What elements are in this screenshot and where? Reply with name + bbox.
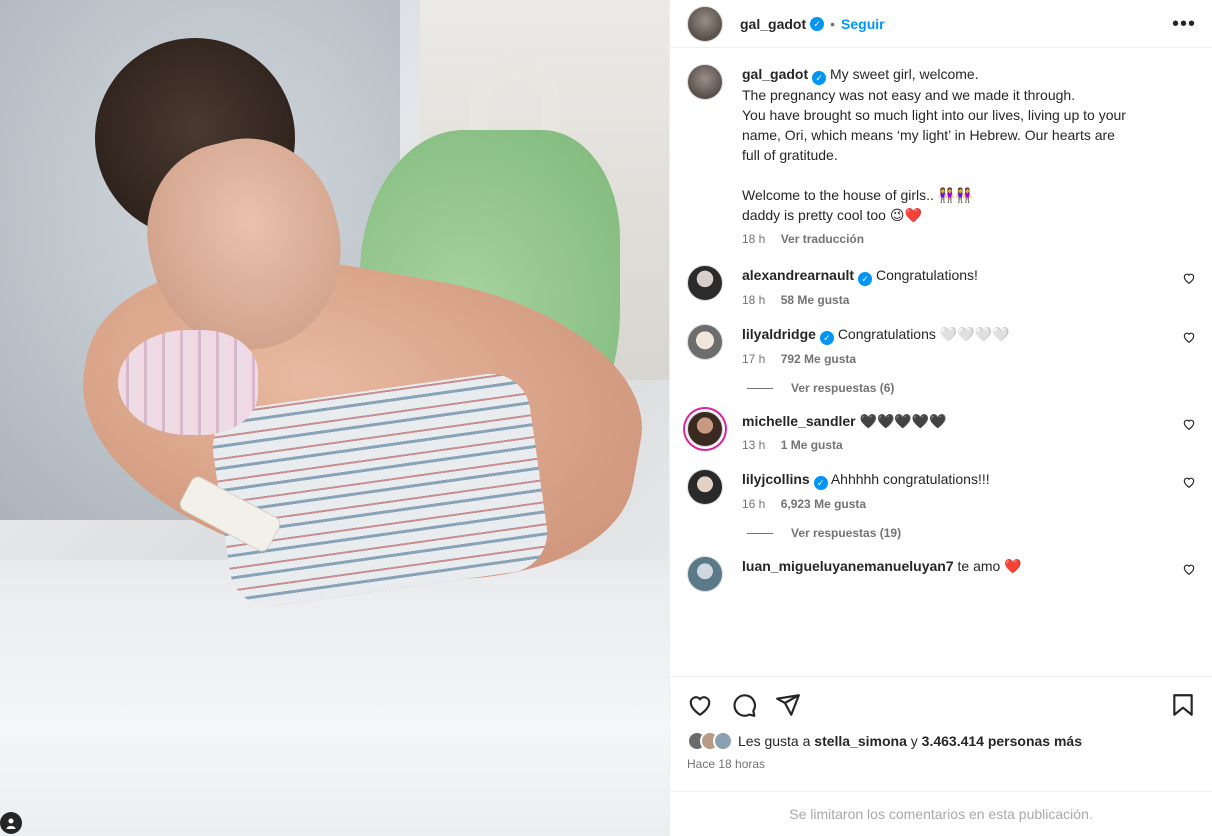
caption-meta: 18 h Ver traducción	[742, 231, 1172, 247]
caption-username[interactable]: gal_gadot	[742, 66, 808, 82]
comment-meta: 16 h 6,923 Me gusta	[742, 496, 1172, 512]
caption-text: gal_gadot ✓ My sweet girl, welcome. The p…	[742, 64, 1172, 225]
commenter-avatar[interactable]	[687, 265, 723, 301]
likes-user[interactable]: stella_simona	[814, 733, 907, 749]
likes-summary: Les gusta a stella_simona y 3.463.414 pe…	[687, 731, 1196, 751]
commenter-avatar[interactable]	[687, 324, 723, 360]
heart-icon[interactable]	[1182, 417, 1196, 431]
heart-icon[interactable]	[687, 692, 713, 718]
post-photo[interactable]	[0, 0, 669, 836]
header-separator: •	[830, 15, 836, 32]
caption-line	[742, 165, 1172, 185]
commenter-avatar[interactable]	[687, 556, 723, 592]
caption-line: daddy is pretty cool too 😉❤️	[742, 207, 922, 223]
comment-item: alexandrearnault ✓ Congratulations! 18 h …	[687, 265, 1196, 308]
caption-time: 18 h	[742, 232, 766, 246]
comment-body: lilyjcollins ✓ Ahhhhh congratulations!!! …	[742, 469, 1196, 512]
caption-line: Welcome to the house of girls.. 👭👭	[742, 187, 973, 203]
share-icon[interactable]	[775, 692, 801, 718]
user-tag-icon[interactable]	[0, 812, 22, 834]
comment-text: Ahhhhh congratulations!!!	[830, 471, 990, 487]
caption-body: gal_gadot ✓ My sweet girl, welcome. The p…	[742, 64, 1196, 247]
comment-time: 18 h	[742, 293, 766, 307]
likes-prefix: Les gusta a	[738, 733, 811, 749]
comment-body: michelle_sandler 🖤🖤🖤🖤🖤 13 h 1 Me gusta	[742, 411, 1196, 453]
heart-icon[interactable]	[1182, 475, 1196, 489]
comment-body: luan_migueluyanemanueluyan7 te amo ❤️	[742, 556, 1196, 592]
author-username[interactable]: gal_gadot	[740, 16, 806, 32]
caption-line: full of gratitude.	[742, 147, 838, 163]
post-timestamp[interactable]: Hace 18 horas	[687, 757, 1196, 771]
comment-icon[interactable]	[731, 692, 757, 718]
comment-time: 17 h	[742, 352, 766, 366]
comment-time: 13 h	[742, 438, 766, 452]
comment-body: alexandrearnault ✓ Congratulations! 18 h …	[742, 265, 1196, 308]
verified-badge-icon: ✓	[819, 331, 834, 345]
heart-icon[interactable]	[1182, 562, 1196, 576]
comment-meta: 18 h 58 Me gusta	[742, 292, 1172, 308]
bookmark-icon[interactable]	[1170, 692, 1196, 718]
author-avatar[interactable]	[687, 5, 723, 42]
verified-badge-icon: ✓	[813, 476, 828, 490]
caption-line: You have brought so much light into our …	[742, 107, 1126, 123]
comment-text: te amo ❤️	[957, 558, 1022, 574]
view-replies-label: Ver respuestas (6)	[791, 381, 895, 395]
comment-item: luan_migueluyanemanueluyan7 te amo ❤️	[687, 556, 1196, 592]
commenter-avatar[interactable]	[687, 469, 723, 505]
likes-count[interactable]: 3.463.414 personas más	[922, 733, 1082, 749]
view-replies-label: Ver respuestas (19)	[791, 526, 902, 540]
comment-likes[interactable]: 6,923 Me gusta	[781, 497, 866, 511]
comment-meta: 17 h 792 Me gusta	[742, 351, 1172, 367]
caption-line: The pregnancy was not easy and we made i…	[742, 87, 1076, 103]
comment-likes[interactable]: 58 Me gusta	[781, 293, 850, 307]
instagram-post: gal_gadot ✓ • Seguir ••• gal_gadot ✓ My s…	[0, 0, 1212, 836]
caption-line: name, Ori, which means ‘my light’ in Heb…	[742, 127, 1115, 143]
comment-item: lilyaldridge ✓ Congratulations 🤍🤍🤍🤍 17 h …	[687, 324, 1196, 367]
comment-likes[interactable]: 1 Me gusta	[781, 438, 843, 452]
verified-badge-icon: ✓	[858, 272, 873, 286]
caption-avatar[interactable]	[687, 64, 723, 100]
comment-meta: 13 h 1 Me gusta	[742, 437, 1172, 453]
comment-item: michelle_sandler 🖤🖤🖤🖤🖤 13 h 1 Me gusta	[687, 411, 1196, 453]
commenter-username[interactable]: alexandrearnault	[742, 267, 854, 283]
replies-line	[747, 532, 773, 534]
baby-hat-shape	[118, 330, 258, 435]
verified-badge-icon: ✓	[812, 71, 827, 85]
view-replies-button[interactable]: Ver respuestas (6)	[747, 381, 1196, 395]
caption-line: My sweet girl, welcome.	[830, 66, 979, 82]
comments-limited-notice: Se limitaron los comentarios en esta pub…	[670, 791, 1212, 822]
heart-icon[interactable]	[1182, 330, 1196, 344]
white-sheet-shape	[0, 560, 669, 836]
comment-time: 16 h	[742, 497, 766, 511]
post-side-panel: gal_gadot ✓ • Seguir ••• gal_gadot ✓ My s…	[669, 0, 1212, 836]
commenter-username[interactable]: luan_migueluyanemanueluyan7	[742, 558, 954, 574]
post-actions-section: Les gusta a stella_simona y 3.463.414 pe…	[670, 676, 1212, 836]
commenter-username[interactable]: michelle_sandler	[742, 413, 856, 429]
heart-icon[interactable]	[1182, 271, 1196, 285]
replies-line	[747, 387, 773, 389]
action-bar	[687, 689, 1196, 721]
comment-text: Congratulations 🤍🤍🤍🤍	[837, 326, 1010, 342]
commenter-username[interactable]: lilyaldridge	[742, 326, 816, 342]
translate-link[interactable]: Ver traducción	[781, 232, 864, 246]
comment-text: Congratulations!	[875, 267, 978, 283]
more-options-icon[interactable]: •••	[1172, 14, 1196, 34]
commenter-username[interactable]: lilyjcollins	[742, 471, 810, 487]
comment-text: 🖤🖤🖤🖤🖤	[859, 413, 947, 429]
comment-body: lilyaldridge ✓ Congratulations 🤍🤍🤍🤍 17 h …	[742, 324, 1196, 367]
follow-button[interactable]: Seguir	[841, 16, 885, 32]
post-header: gal_gadot ✓ • Seguir •••	[670, 0, 1212, 48]
caption: gal_gadot ✓ My sweet girl, welcome. The p…	[687, 64, 1196, 247]
likes-conj: y	[910, 733, 918, 749]
comment-likes[interactable]: 792 Me gusta	[781, 352, 856, 366]
comments-list[interactable]: gal_gadot ✓ My sweet girl, welcome. The p…	[670, 48, 1212, 676]
comment-item: lilyjcollins ✓ Ahhhhh congratulations!!! …	[687, 469, 1196, 512]
view-replies-button[interactable]: Ver respuestas (19)	[747, 526, 1196, 540]
commenter-avatar[interactable]	[687, 411, 723, 447]
likers-avatars	[687, 731, 733, 751]
verified-badge-icon: ✓	[810, 16, 825, 31]
